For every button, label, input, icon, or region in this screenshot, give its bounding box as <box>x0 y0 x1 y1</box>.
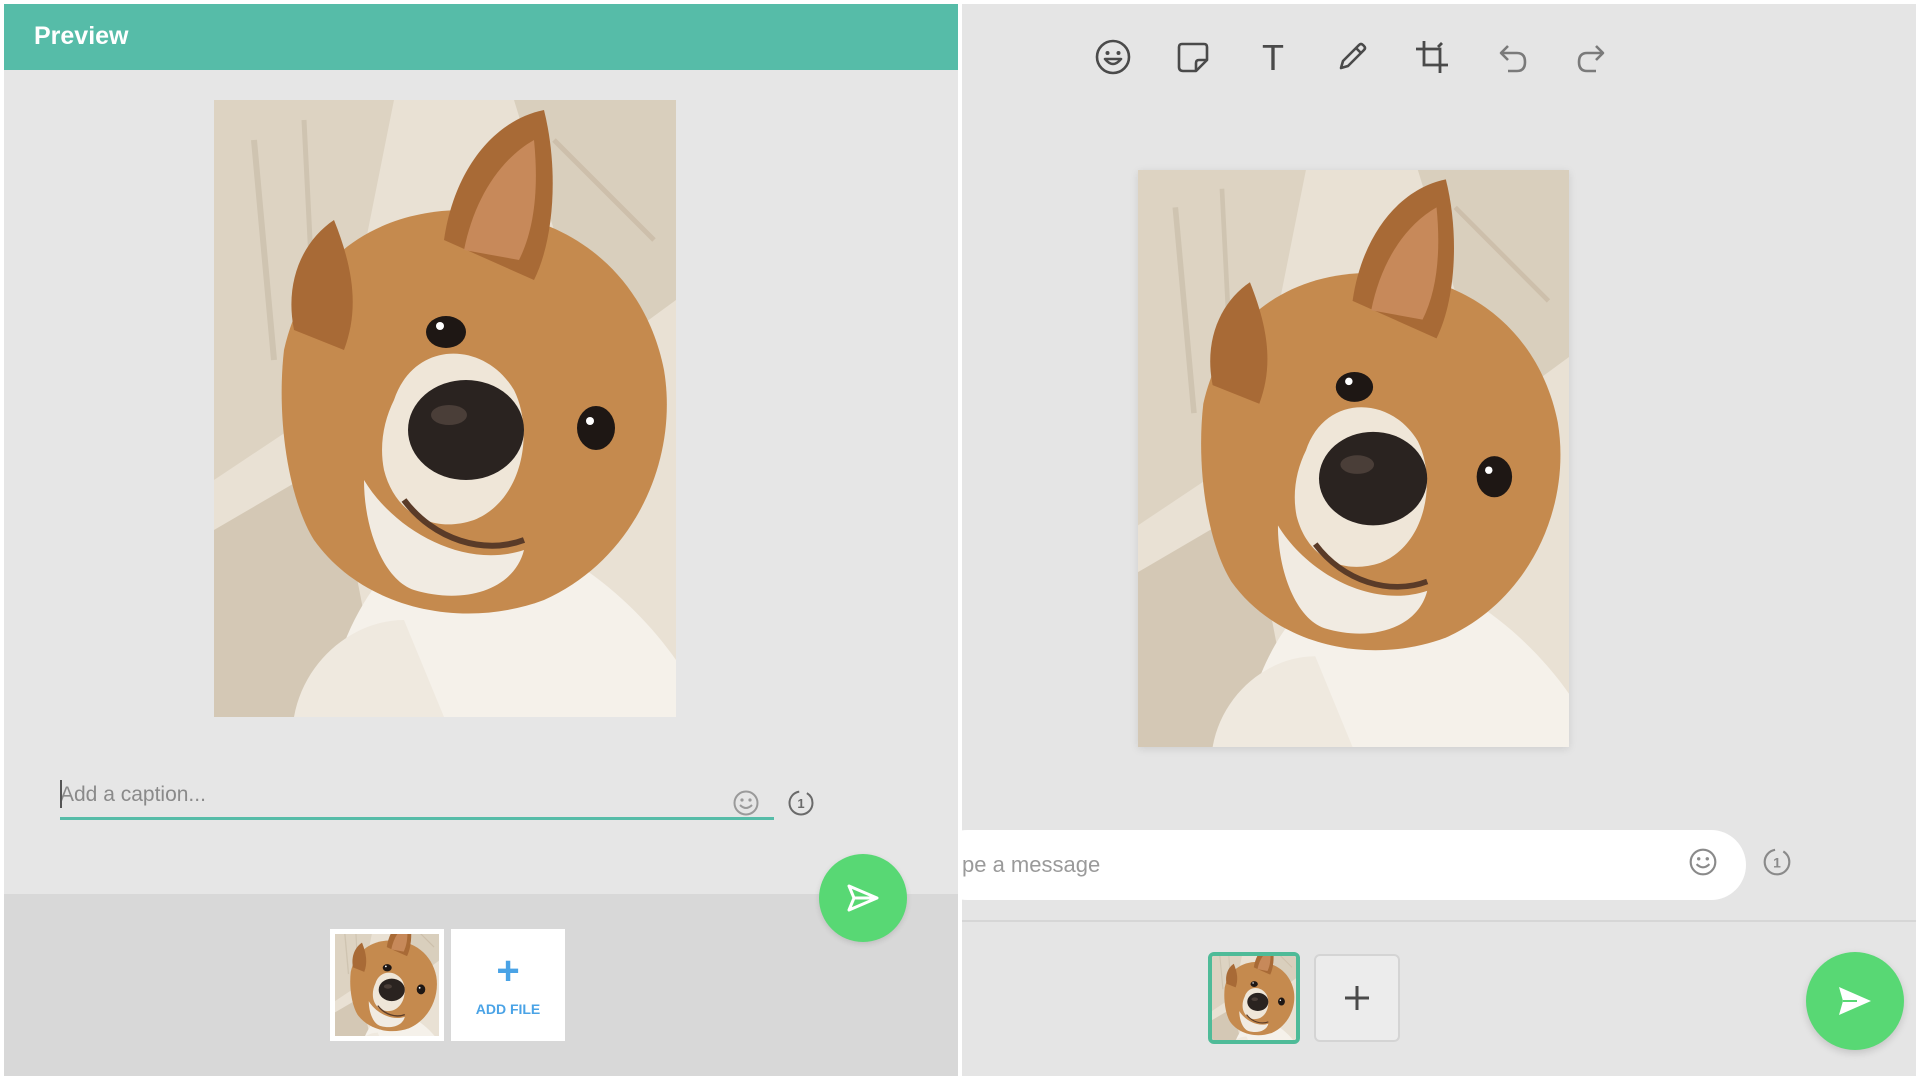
emoji-icon[interactable] <box>1090 34 1136 80</box>
plus-icon: + <box>496 949 520 993</box>
preview-header: Preview <box>4 4 958 70</box>
editor-panel: T pe a message 1 <box>962 4 1916 1076</box>
add-file-label: ADD FILE <box>475 1001 541 1017</box>
send-button[interactable] <box>819 854 907 942</box>
text-caret <box>60 780 62 808</box>
message-input[interactable] <box>962 844 1662 886</box>
view-once-icon[interactable]: 1 <box>1762 847 1792 877</box>
caption-input[interactable] <box>60 776 700 814</box>
tray-divider <box>962 920 1916 922</box>
send-button[interactable] <box>1806 952 1904 1050</box>
send-icon <box>847 884 879 912</box>
caption-field[interactable] <box>60 772 774 820</box>
pencil-icon[interactable] <box>1329 34 1375 80</box>
dog-photo <box>214 100 676 717</box>
text-tool-label: T <box>1262 38 1284 76</box>
screenshot-collage: Preview 1 <box>0 0 1920 1080</box>
undo-icon[interactable] <box>1489 34 1535 80</box>
plus-icon <box>1345 986 1369 1010</box>
attachment-thumbnail[interactable] <box>1208 952 1300 1044</box>
page-title: Preview <box>34 22 129 50</box>
redo-icon[interactable] <box>1569 34 1615 80</box>
preview-panel: Preview 1 <box>4 4 958 1076</box>
view-once-label: 1 <box>797 796 804 811</box>
view-once-label: 1 <box>1773 854 1781 870</box>
dog-photo <box>1138 170 1569 747</box>
add-file-button[interactable]: + ADD FILE <box>451 929 565 1041</box>
sticker-icon[interactable] <box>1170 34 1216 80</box>
emoji-icon[interactable] <box>732 789 760 817</box>
add-file-button[interactable] <box>1314 954 1400 1042</box>
send-icon <box>1839 987 1871 1015</box>
message-field[interactable] <box>962 830 1746 900</box>
emoji-icon[interactable] <box>1688 847 1718 877</box>
view-once-icon[interactable]: 1 <box>787 789 815 817</box>
text-icon[interactable]: T <box>1250 34 1296 80</box>
crop-icon[interactable] <box>1409 34 1455 80</box>
attachment-thumbnail[interactable] <box>330 929 444 1041</box>
